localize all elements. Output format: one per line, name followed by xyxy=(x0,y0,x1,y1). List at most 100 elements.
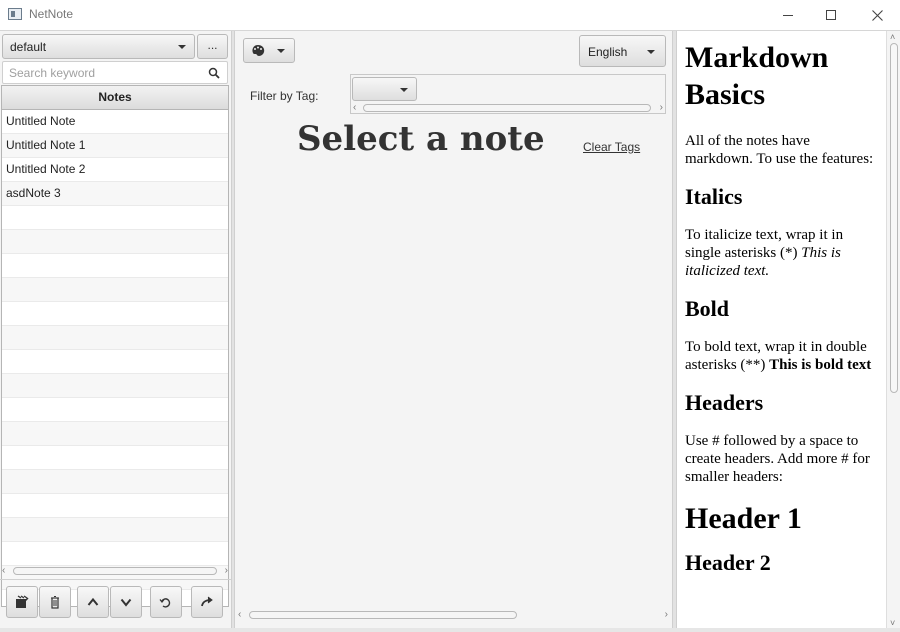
scrollbar-thumb[interactable] xyxy=(890,43,898,393)
preview-heading-bold: Bold xyxy=(685,296,730,321)
language-value: English xyxy=(588,45,628,59)
collection-dropdown[interactable]: default xyxy=(2,34,195,59)
notes-toolbar xyxy=(0,579,231,629)
tag-filter-dropdown[interactable] xyxy=(352,77,417,101)
text-line: asterisks (**) This is bold text xyxy=(685,356,885,374)
italic-text: italicized text. xyxy=(685,263,770,279)
scroll-left-icon[interactable]: ‹ xyxy=(2,566,5,576)
notes-table: Notes Untitled Note Untitled Note 1 Unti… xyxy=(1,85,229,607)
more-collections-button[interactable]: ... xyxy=(197,34,228,59)
text-line: markdown. To use the features: xyxy=(685,151,874,167)
refresh-icon xyxy=(159,598,171,608)
app-icon xyxy=(8,8,22,20)
chevron-down-icon xyxy=(647,50,655,54)
maximize-icon xyxy=(826,10,836,20)
refresh-button[interactable] xyxy=(150,586,182,618)
empty-row xyxy=(2,422,228,446)
close-button[interactable] xyxy=(854,0,900,30)
palette-icon xyxy=(252,45,265,56)
preview-example-header-2: Header 2 xyxy=(685,550,771,575)
collection-value: default xyxy=(10,40,47,54)
preview-content: Markdown Basics All of the notes have ma… xyxy=(685,39,885,576)
search-icon[interactable] xyxy=(208,67,220,79)
preview-heading-italics: Italics xyxy=(685,184,743,209)
empty-row xyxy=(2,302,228,326)
scroll-left-icon[interactable]: ‹ xyxy=(238,610,241,620)
bold-text: This is bold text xyxy=(769,357,872,373)
tag-horizontal-scrollbar[interactable]: ‹ › xyxy=(353,103,663,113)
empty-row xyxy=(2,374,228,398)
notes-horizontal-scrollbar[interactable]: ‹ › xyxy=(1,565,229,577)
empty-row xyxy=(2,350,228,374)
delete-icon xyxy=(51,596,59,609)
empty-row xyxy=(2,254,228,278)
chevron-down-icon xyxy=(277,49,285,53)
center-panel: English Filter by Tag: ‹ › Select a note… xyxy=(235,31,672,629)
preview-example-header-1: Header 1 xyxy=(685,502,802,535)
markdown-preview: Markdown Basics All of the notes have ma… xyxy=(677,31,900,629)
preview-paragraph: To bold text, wrap it in double asterisk… xyxy=(685,338,885,374)
empty-row xyxy=(2,470,228,494)
note-item[interactable]: asdNote 3 xyxy=(2,182,228,206)
move-down-button[interactable] xyxy=(110,586,142,618)
italic-text: This is xyxy=(801,245,841,261)
search-placeholder: Search keyword xyxy=(9,66,96,80)
add-note-button[interactable] xyxy=(6,586,38,618)
empty-row xyxy=(2,206,228,230)
text-line: All of the notes have xyxy=(685,133,810,149)
redo-icon xyxy=(201,596,213,607)
maximize-button[interactable] xyxy=(808,0,854,30)
empty-row xyxy=(2,494,228,518)
text-line: smaller headers: xyxy=(685,469,783,485)
empty-row xyxy=(2,398,228,422)
text-line: Use # followed by a space to xyxy=(685,433,859,449)
language-dropdown[interactable]: English xyxy=(579,35,666,67)
add-note-icon xyxy=(16,595,29,608)
note-item[interactable]: Untitled Note 2 xyxy=(2,158,228,182)
page-title: Select a note xyxy=(297,119,545,159)
preview-paragraph: All of the notes have markdown. To use t… xyxy=(685,132,885,168)
text-line: To italicize text, wrap it in xyxy=(685,227,844,243)
scroll-left-icon[interactable]: ‹ xyxy=(353,103,356,113)
empty-row xyxy=(2,446,228,470)
empty-row xyxy=(2,518,228,542)
scroll-right-icon[interactable]: › xyxy=(665,610,668,620)
empty-row xyxy=(2,542,228,566)
scrollbar-thumb[interactable] xyxy=(363,104,651,112)
window-bottom-edge xyxy=(0,628,900,632)
text-segment: single asterisks (*) xyxy=(685,245,802,261)
left-panel: default ... Search keyword Notes Untitle… xyxy=(0,31,231,629)
center-horizontal-scrollbar[interactable]: ‹ › xyxy=(237,609,669,621)
window-title: NetNote xyxy=(29,7,74,21)
note-item[interactable]: Untitled Note 1 xyxy=(2,134,228,158)
text-line: single asterisks (*) This is xyxy=(685,244,885,262)
redo-button[interactable] xyxy=(191,586,223,618)
preview-vertical-scrollbar[interactable]: ˄ ˅ xyxy=(886,31,900,629)
close-icon xyxy=(871,9,883,21)
theme-menu-button[interactable] xyxy=(243,38,295,63)
preview-heading-headers: Headers xyxy=(685,390,764,415)
scroll-down-icon[interactable]: ˅ xyxy=(890,618,895,628)
scrollbar-thumb[interactable] xyxy=(13,567,217,575)
text-segment: asterisks (**) xyxy=(685,357,770,373)
empty-row xyxy=(2,278,228,302)
app-body: default ... Search keyword Notes Untitle… xyxy=(0,30,900,629)
move-up-button[interactable] xyxy=(77,586,109,618)
notes-column-header[interactable]: Notes xyxy=(2,86,228,110)
preview-heading-1: Markdown Basics xyxy=(685,41,829,111)
scroll-up-icon[interactable]: ˄ xyxy=(890,32,895,42)
empty-row xyxy=(2,230,228,254)
delete-note-button[interactable] xyxy=(39,586,71,618)
minimize-button[interactable] xyxy=(765,0,811,30)
preview-paragraph: Use # followed by a space to create head… xyxy=(685,432,885,486)
preview-paragraph: To italicize text, wrap it in single ast… xyxy=(685,226,885,280)
chevron-down-icon xyxy=(400,88,408,92)
clear-tags-link[interactable]: Clear Tags xyxy=(583,140,640,154)
note-item[interactable]: Untitled Note xyxy=(2,110,228,134)
tag-filter-area: ‹ › xyxy=(350,74,666,114)
scroll-right-icon[interactable]: › xyxy=(225,566,228,576)
empty-row xyxy=(2,326,228,350)
scroll-right-icon[interactable]: › xyxy=(660,103,663,113)
scrollbar-thumb[interactable] xyxy=(249,611,517,619)
search-input[interactable]: Search keyword xyxy=(2,61,228,84)
